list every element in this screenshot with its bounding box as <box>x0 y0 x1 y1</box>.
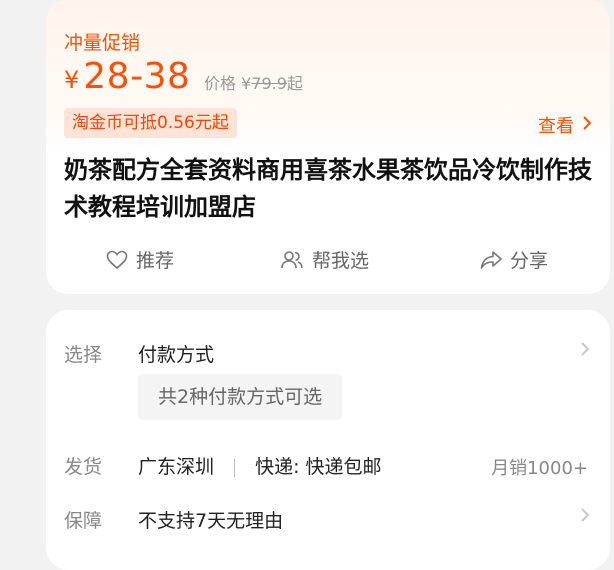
share-label: 分享 <box>510 250 549 272</box>
currency-symbol: ¥ <box>64 66 80 94</box>
ship-divider <box>234 458 236 477</box>
price-range: ¥ 28-38 <box>64 56 190 100</box>
chevron-right-icon <box>582 115 592 136</box>
select-row-label: 选择 <box>64 344 103 366</box>
original-price-prefix: 价格 <box>204 74 237 93</box>
recommend-button[interactable]: 推荐 <box>106 246 174 273</box>
monthly-sales: 月销1000+ <box>491 458 588 479</box>
coin-discount-badge: 淘金币可抵0.56元起 <box>64 108 237 138</box>
original-price-suffix: 起 <box>286 74 303 93</box>
payment-method-option[interactable]: 付款方式 <box>138 340 214 367</box>
price-range-value: 28-38 <box>83 56 191 97</box>
payment-methods-chip[interactable]: 共2种付款方式可选 <box>138 374 343 420</box>
product-title: 奶茶配方全套资料商用喜茶水果茶饮品冷饮制作技术教程培训加盟店 <box>64 156 592 221</box>
original-price: 价格 ¥79.9起 <box>204 70 303 94</box>
heart-icon <box>106 250 128 270</box>
select-chevron-right-icon[interactable] <box>580 338 590 362</box>
share-button[interactable]: 分享 <box>480 246 548 273</box>
ship-details: 广东深圳 快递: 快递包邮 <box>138 452 382 479</box>
ship-row-label: 发货 <box>64 456 103 478</box>
guarantee-row-label: 保障 <box>64 510 103 532</box>
users-icon <box>280 250 304 270</box>
purchase-info-card <box>46 310 610 570</box>
see-details-link[interactable]: 查看 <box>538 112 592 138</box>
guarantee-chevron-right-icon[interactable] <box>580 504 590 528</box>
original-price-value: 79.9 <box>251 74 287 93</box>
help-choose-label: 帮我选 <box>312 250 370 272</box>
ship-express: 快递: 快递包邮 <box>255 456 382 478</box>
guarantee-value[interactable]: 不支持7天无理由 <box>138 506 283 533</box>
promo-label: 冲量促销 <box>64 32 141 54</box>
ship-location: 广东深圳 <box>138 456 215 478</box>
recommend-label: 推荐 <box>136 250 175 272</box>
share-arrow-icon <box>480 250 502 270</box>
see-details-label: 查看 <box>538 116 574 137</box>
product-summary-card: 冲量促销 ¥ 28-38 价格 ¥79.9起 淘金币可抵0.56元起 查看 奶茶… <box>46 0 610 294</box>
original-price-currency: ¥ <box>241 74 252 93</box>
help-choose-button[interactable]: 帮我选 <box>280 246 369 273</box>
